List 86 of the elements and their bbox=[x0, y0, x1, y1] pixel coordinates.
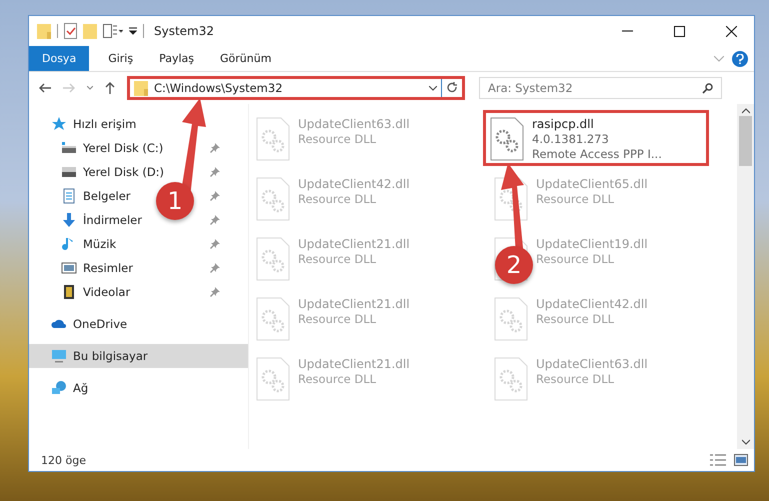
close-icon bbox=[726, 26, 736, 36]
folder-icon bbox=[37, 23, 51, 39]
maximize-icon bbox=[674, 26, 684, 36]
monitor-icon bbox=[51, 348, 67, 364]
star-icon bbox=[51, 116, 67, 132]
help-icon[interactable] bbox=[732, 50, 748, 66]
selected-sidebar-item[interactable]: Bu bilgisayar bbox=[29, 344, 248, 368]
dropdown-icon[interactable] bbox=[129, 27, 137, 35]
file-detail: Resource DLL bbox=[298, 372, 378, 386]
pin-icon bbox=[210, 239, 220, 249]
pin-icon bbox=[210, 215, 220, 225]
pin-icon bbox=[210, 167, 220, 177]
ribbon-tab[interactable]: Paylaş bbox=[146, 46, 207, 71]
search-icon[interactable] bbox=[702, 82, 713, 94]
file-name: UpdateClient42.dll bbox=[536, 297, 648, 311]
sidebar-item-label[interactable]: Yerel Disk (C:) bbox=[83, 141, 164, 155]
pin-icon bbox=[210, 287, 220, 297]
sidebar-item-label[interactable]: İndirmeler bbox=[83, 213, 142, 227]
file-detail: 4.0.1381.273 bbox=[532, 132, 610, 146]
sidebar-item-label[interactable]: Müzik bbox=[83, 237, 116, 251]
scroll-down-icon[interactable] bbox=[742, 439, 750, 445]
file-detail: Resource DLL bbox=[536, 372, 616, 386]
file-detail: Resource DLL bbox=[536, 252, 616, 266]
ribbon-tab[interactable]: Dosya bbox=[29, 46, 90, 71]
file-detail: Resource DLL bbox=[536, 192, 616, 206]
ribbon-tab[interactable]: Görünüm bbox=[207, 46, 284, 71]
file-detail: Resource DLL bbox=[298, 312, 378, 326]
dll-file-icon bbox=[256, 177, 290, 221]
file-name: UpdateClient65.dll bbox=[536, 177, 648, 191]
dll-file-icon bbox=[256, 297, 290, 341]
window-title: System32 bbox=[154, 24, 216, 38]
film-icon bbox=[61, 284, 77, 300]
file-name: UpdateClient42.dll bbox=[298, 177, 410, 191]
sidebar-item-label[interactable]: Ağ bbox=[73, 381, 88, 395]
chevron-down-icon bbox=[87, 86, 93, 90]
details-view-icon[interactable] bbox=[710, 454, 726, 466]
file-name: rasipcp.dll bbox=[532, 117, 595, 131]
chevron-down-icon[interactable] bbox=[429, 86, 437, 90]
file-name: UpdateClient63.dll bbox=[536, 357, 648, 371]
down-arrow-icon bbox=[61, 212, 77, 228]
sidebar-item-label[interactable]: Yerel Disk (D:) bbox=[83, 165, 164, 179]
ribbon-tab[interactable]: Giriş bbox=[95, 46, 146, 71]
search-box[interactable]: Ara: System32 bbox=[479, 77, 722, 99]
file-name: UpdateClient21.dll bbox=[298, 297, 410, 311]
sidebar-item-label[interactable]: Hızlı erişim bbox=[73, 117, 136, 131]
view-icon[interactable] bbox=[103, 24, 123, 38]
large-icons-view-icon[interactable] bbox=[734, 454, 748, 466]
file-name: UpdateClient63.dll bbox=[298, 117, 410, 131]
drive-icon bbox=[61, 140, 77, 156]
sidebar-item-label[interactable]: OneDrive bbox=[73, 317, 128, 331]
pin-icon bbox=[210, 143, 220, 153]
search-field[interactable]: Ara: System32 bbox=[488, 81, 702, 95]
folder-icon bbox=[134, 80, 148, 96]
dll-file-icon bbox=[494, 357, 528, 401]
file-detail: Remote Access PPP I... bbox=[532, 147, 662, 161]
file-name: UpdateClient21.dll bbox=[298, 357, 410, 371]
properties-icon[interactable] bbox=[64, 23, 77, 39]
sidebar-item-label[interactable]: Belgeler bbox=[83, 189, 131, 203]
dll-file-icon bbox=[256, 237, 290, 281]
file-detail: Resource DLL bbox=[298, 192, 378, 206]
scroll-up-icon[interactable] bbox=[742, 108, 750, 114]
sidebar-item-label[interactable]: Resimler bbox=[83, 261, 133, 275]
scroll-thumb[interactable] bbox=[739, 116, 752, 166]
highlighted-file-item[interactable]: rasipcp.dll 4.0.1381.273 Remote Access PPP I... bbox=[483, 110, 709, 166]
refresh-icon bbox=[446, 82, 458, 94]
minimize-icon bbox=[622, 30, 632, 32]
picture-icon bbox=[61, 260, 77, 276]
item-count: 120 öge bbox=[41, 454, 86, 466]
sidebar-item-label[interactable]: Videolar bbox=[83, 285, 130, 299]
pin-icon bbox=[210, 191, 220, 201]
dll-file-icon bbox=[256, 357, 290, 401]
file-detail: Resource DLL bbox=[298, 132, 378, 146]
file-detail: Resource DLL bbox=[298, 252, 378, 266]
file-detail: Resource DLL bbox=[536, 312, 616, 326]
file-name: UpdateClient19.dll bbox=[536, 237, 648, 251]
dll-file-icon bbox=[256, 117, 290, 161]
scrollbar[interactable] bbox=[737, 104, 754, 449]
globe-icon bbox=[51, 380, 67, 396]
drive-icon bbox=[61, 164, 77, 180]
document-icon bbox=[61, 188, 77, 204]
dll-file-icon bbox=[490, 117, 524, 161]
file-name: UpdateClient21.dll bbox=[298, 237, 410, 251]
sidebar-item-label[interactable]: Bu bilgisayar bbox=[73, 349, 148, 363]
address-field[interactable]: C:\Windows\System32 bbox=[130, 79, 442, 97]
dll-file-icon bbox=[494, 297, 528, 341]
pin-icon bbox=[210, 263, 220, 273]
